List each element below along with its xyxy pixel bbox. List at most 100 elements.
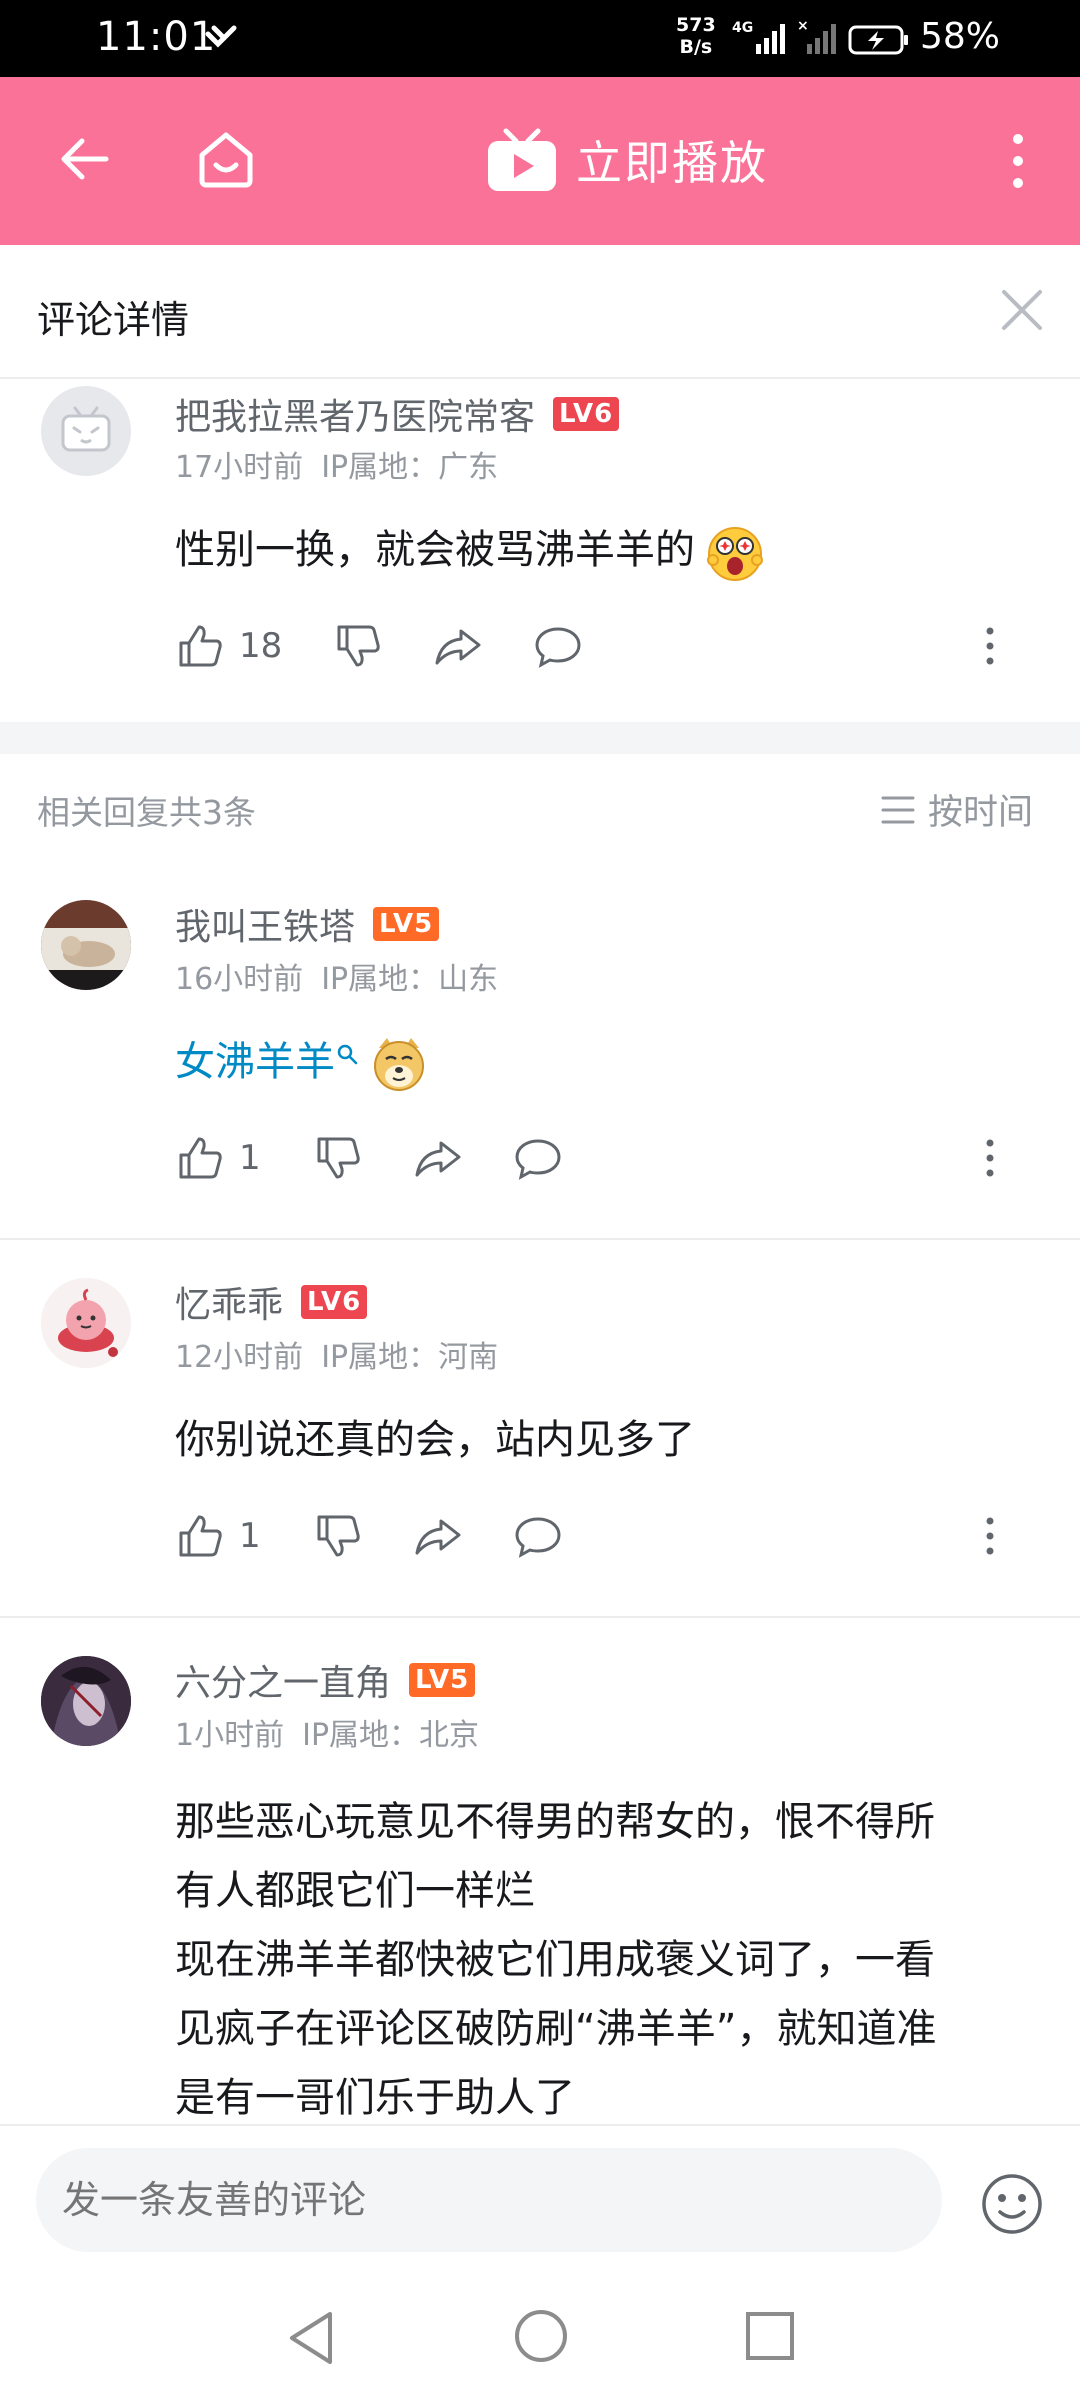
anime-avatar [41, 1656, 131, 1746]
share-button[interactable] [413, 1508, 463, 1564]
play-now-label: 立即播放 [576, 136, 768, 190]
svg-text:×: × [797, 18, 809, 34]
share-button[interactable] [413, 1130, 463, 1186]
net-speed-value: 573 [676, 14, 716, 36]
thumb-down-icon [317, 1515, 360, 1557]
comment-more-button[interactable] [975, 1130, 1005, 1186]
status-bar: 11:01 573 B/s 4G × 58% [0, 0, 1080, 77]
like-button[interactable]: 18 [175, 618, 282, 674]
level-badge: LV5 [373, 907, 440, 941]
comment-meta: 12小时前 IP属地：河南 [175, 1332, 498, 1376]
thumb-down-icon [317, 1137, 360, 1179]
dislike-button[interactable] [313, 1508, 363, 1564]
comment-line: 是有一哥们乐于助人了 [175, 2075, 575, 2121]
username[interactable]: 六分之一直角 LV5 [175, 1654, 476, 1706]
section-gap [0, 722, 1080, 754]
avatar[interactable] [41, 900, 131, 990]
heart-check-icon [205, 25, 237, 48]
thumb-up-icon [179, 1515, 222, 1557]
tv-play-icon [488, 128, 556, 191]
sort-label: 按时间 [928, 793, 1034, 833]
like-button[interactable]: 1 [175, 1508, 261, 1564]
comment-more-button[interactable] [975, 618, 1005, 674]
comment-meta: 1小时前 IP属地：北京 [175, 1710, 479, 1754]
share-button[interactable] [433, 618, 483, 674]
username[interactable]: 忆乖乖 LV6 [175, 1276, 368, 1328]
comment-input[interactable] [36, 2148, 942, 2252]
more-vertical-icon[interactable] [1006, 131, 1030, 191]
search-link[interactable]: 女沸羊羊 [175, 1039, 335, 1085]
net-speed-unit: B/s [679, 36, 713, 58]
avatar[interactable] [41, 1278, 131, 1368]
scared-face-emoji [707, 527, 763, 581]
chat-bubble-icon [535, 627, 581, 668]
reply-item: 六分之一直角 LV5 1小时前 IP属地：北京 那些恶心玩意见不得男的帮女的，恨不… [0, 1648, 1080, 2124]
chat-bubble-icon [515, 1517, 561, 1558]
like-count: 1 [239, 1516, 261, 1556]
thumb-down-icon [337, 625, 380, 667]
ip-location: IP属地：北京 [302, 1718, 480, 1753]
doge-emoji [374, 1038, 424, 1091]
like-count: 18 [239, 626, 283, 666]
username[interactable]: 把我拉黑者乃医院常客 LV6 [175, 388, 620, 440]
ip-location: IP属地：广东 [321, 450, 499, 485]
share-arrow-icon [415, 1141, 461, 1177]
reply-item: 忆乖乖 LV6 12小时前 IP属地：河南 你别说还真的会，站内见多了 1 [0, 1270, 1080, 1616]
app-header: 立即播放 [0, 77, 1080, 245]
reply-item: 我叫王铁塔 LV5 16小时前 IP属地：山东 女沸羊羊 1 [0, 892, 1080, 1238]
battery-percent: 58% [920, 16, 1001, 57]
cartoon-avatar [41, 1278, 131, 1368]
share-arrow-icon [415, 1519, 461, 1555]
reply-button[interactable] [533, 618, 583, 674]
username-text: 我叫王铁塔 [175, 907, 356, 948]
comment-text: 性别一换，就会被骂沸羊羊的 [175, 516, 1040, 585]
dislike-button[interactable] [313, 1130, 363, 1186]
avatar[interactable] [41, 386, 131, 476]
nav-recent-apps-icon[interactable] [744, 2310, 796, 2362]
nav-home-icon[interactable] [513, 2308, 569, 2364]
emoji-icon[interactable] [980, 2172, 1044, 2236]
comment-time: 12小时前 [175, 1340, 304, 1375]
comment-line: 见疯子在评论区破防刷“沸羊羊”，就知道准 [175, 2006, 937, 2052]
like-count: 1 [239, 1138, 261, 1178]
divider [0, 1238, 1080, 1240]
play-now-button[interactable]: 立即播放 [486, 124, 768, 196]
avatar[interactable] [41, 1656, 131, 1746]
sort-lines-icon [881, 796, 915, 823]
comment-line: 现在沸羊羊都快被它们用成褒义词了，一看 [175, 1937, 935, 1983]
username[interactable]: 我叫王铁塔 LV5 [175, 898, 440, 950]
tv-avatar-icon [61, 406, 111, 452]
comment-input-bar [0, 2124, 1080, 2274]
dislike-button[interactable] [333, 618, 383, 674]
thumb-up-icon [179, 1137, 222, 1179]
username-text: 忆乖乖 [175, 1285, 284, 1326]
close-icon[interactable] [998, 286, 1046, 334]
more-vertical-icon [986, 1517, 994, 1555]
comment-line: 有人都跟它们一样烂 [175, 1868, 535, 1914]
thumb-up-icon [179, 625, 222, 667]
comment-text: 女沸羊羊 [175, 1028, 1040, 1097]
comment-actions: 1 [175, 1508, 1005, 1564]
root-comment: 把我拉黑者乃医院常客 LV6 17小时前 IP属地：广东 性别一换，就会被骂沸羊羊… [0, 380, 1080, 722]
battery-charging-icon [848, 25, 908, 55]
back-arrow-icon[interactable] [56, 131, 112, 187]
status-time: 11:01 [96, 14, 217, 60]
comment-more-button[interactable] [975, 1508, 1005, 1564]
more-vertical-icon [986, 627, 994, 665]
nav-back-icon[interactable] [284, 2308, 340, 2368]
reply-button[interactable] [513, 1508, 563, 1564]
username-text: 把我拉黑者乃医院常客 [175, 397, 536, 438]
reply-count: 相关回复共3条 [37, 793, 256, 832]
search-icon [337, 1044, 358, 1065]
divider [0, 1616, 1080, 1618]
reply-button[interactable] [513, 1130, 563, 1186]
like-button[interactable]: 1 [175, 1130, 261, 1186]
comment-text: 你别说还真的会，站内见多了 [175, 1417, 695, 1463]
level-badge: LV6 [301, 1285, 368, 1319]
comment-time: 17小时前 [175, 450, 304, 485]
signal-weak-icon: × [797, 18, 836, 54]
sort-by-time-button[interactable]: 按时间 [880, 784, 1033, 835]
comment-text: 那些恶心玩意见不得男的帮女的，恨不得所 有人都跟它们一样烂 现在沸羊羊都快被它们… [175, 1788, 1040, 2124]
home-icon[interactable] [194, 127, 258, 191]
comment-line: 那些恶心玩意见不得男的帮女的，恨不得所 [175, 1799, 935, 1845]
